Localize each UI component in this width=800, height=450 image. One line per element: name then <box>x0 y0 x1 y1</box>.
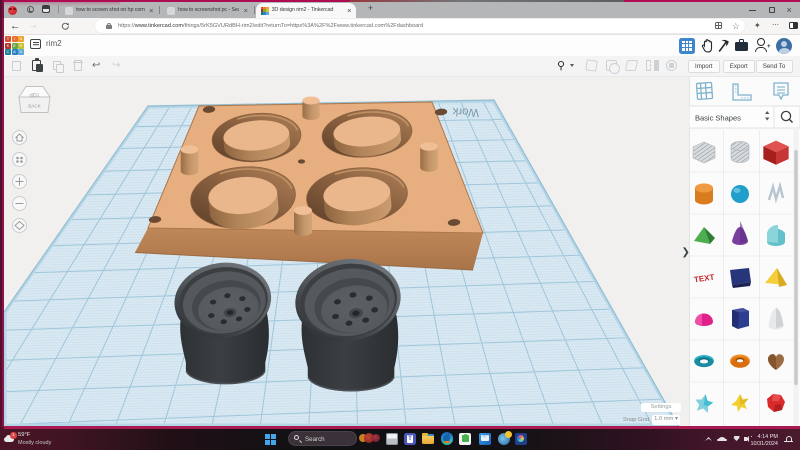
svg-text:TEXT: TEXT <box>693 273 715 285</box>
svg-text:Basic Shapes: Basic Shapes <box>695 114 741 123</box>
svg-text:TOP: TOP <box>29 91 40 97</box>
svg-text:Work: Work <box>452 105 479 118</box>
svg-text:BACK: BACK <box>28 104 41 109</box>
